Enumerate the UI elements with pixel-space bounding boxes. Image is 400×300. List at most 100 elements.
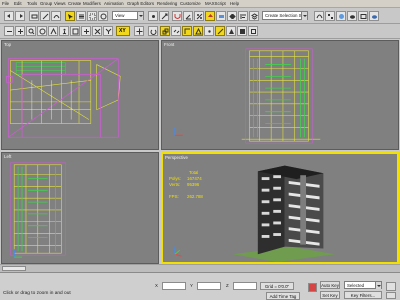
redo-button[interactable]	[15, 11, 25, 21]
playback-button[interactable]	[386, 292, 396, 299]
spacewarp-icon	[53, 15, 60, 19]
secondary-toolbar: XY	[0, 24, 400, 39]
viewport-front[interactable]: Front	[161, 40, 399, 150]
toolbar2-button-2[interactable]	[15, 26, 25, 36]
toolbar2-button-21[interactable]	[248, 26, 258, 36]
toolbar2-button-4[interactable]	[37, 26, 47, 36]
spinner-snap-button[interactable]	[205, 11, 215, 21]
select-object-button[interactable]	[65, 11, 75, 21]
menu-group[interactable]: Group	[40, 1, 52, 6]
key-filters-button[interactable]: Key Filters...	[344, 291, 382, 299]
select-link-button[interactable]	[29, 11, 39, 21]
time-config-button[interactable]	[386, 282, 396, 291]
angle-snap-button[interactable]	[183, 11, 193, 21]
set-key-icon[interactable]	[308, 283, 317, 292]
render-frame-icon	[360, 14, 367, 19]
material-editor-button[interactable]	[336, 11, 346, 21]
bind-spacewarp-button[interactable]	[51, 11, 61, 21]
curve-icon	[316, 14, 323, 19]
schematic-view-button[interactable]	[325, 11, 335, 21]
toolbar2-button-8[interactable]	[81, 26, 91, 36]
menu-edit[interactable]: Edit	[14, 1, 22, 6]
xy-constraint-label: XY	[119, 28, 126, 34]
menu-rendering[interactable]: Rendering	[157, 1, 177, 6]
viewport-left[interactable]: Left	[1, 152, 159, 264]
menu-views[interactable]: Views	[54, 1, 66, 6]
chevron-down-icon	[301, 12, 307, 20]
curve-editor-button[interactable]	[314, 11, 324, 21]
viewport-perspective[interactable]: Perspective Total Polys: 167474 Verts: 9…	[161, 152, 399, 264]
select-by-name-button[interactable]	[76, 11, 86, 21]
snap-toggle-button[interactable]	[172, 11, 182, 21]
key-selection-dropdown[interactable]: Selected	[344, 281, 382, 289]
render-frame-button[interactable]	[358, 11, 368, 21]
set-key-button[interactable]: Set Key	[320, 291, 340, 299]
menu-graph-editors[interactable]: Graph Editors	[127, 1, 154, 6]
edit-named-selection-button[interactable]	[216, 11, 226, 21]
menu-tools[interactable]: Tools	[27, 1, 37, 6]
wireframe-front	[174, 48, 321, 144]
xy-constraint-button[interactable]: XY	[116, 26, 130, 36]
redo-icon	[20, 14, 23, 18]
main-toolbar: View Create Selection Set	[0, 8, 400, 24]
unlink-icon	[42, 13, 49, 20]
toolbar2-button-9[interactable]	[92, 26, 102, 36]
menu-customize[interactable]: Customize	[180, 1, 201, 6]
face-icon	[229, 29, 234, 34]
z-coordinate-field[interactable]	[233, 282, 257, 290]
menu-modifiers[interactable]: Modifiers	[83, 1, 101, 6]
toolbar2-button-12[interactable]	[148, 26, 158, 36]
menu-animation[interactable]: Animation	[104, 1, 124, 6]
element-icon	[251, 29, 256, 34]
toolbar2-button-20[interactable]	[237, 26, 247, 36]
x-coordinate-field[interactable]	[162, 282, 186, 290]
named-selection-icon	[219, 15, 224, 18]
toolbar2-button-16[interactable]	[193, 26, 203, 36]
toolbar2-button-15[interactable]	[182, 26, 192, 36]
layer-manager-button[interactable]	[249, 11, 259, 21]
viewport-top[interactable]: Top	[1, 40, 159, 150]
named-selection-dropdown[interactable]: Create Selection Set	[262, 11, 308, 20]
selection-region-button[interactable]	[87, 11, 97, 21]
select-manipulate-button[interactable]	[159, 11, 169, 21]
add-time-tag-button[interactable]: Add Time Tag	[266, 292, 300, 300]
mirror-button[interactable]	[227, 11, 237, 21]
render-setup-button[interactable]	[347, 11, 357, 21]
auto-key-button[interactable]: Auto Key	[320, 281, 340, 289]
toolbar2-button-5[interactable]	[48, 26, 58, 36]
menu-help[interactable]: Help	[230, 1, 239, 6]
pan-icon	[18, 29, 23, 34]
quick-render-button[interactable]	[369, 11, 379, 21]
spinner-icon	[208, 14, 213, 17]
toolbar2-button-19[interactable]	[226, 26, 236, 36]
menu-create[interactable]: Create	[68, 1, 81, 6]
pivot-center-button[interactable]	[148, 11, 158, 21]
y-coordinate-field[interactable]	[197, 282, 221, 290]
toolbar2-button-7[interactable]	[70, 26, 80, 36]
toolbar2-button-13[interactable]	[160, 26, 170, 36]
time-slider-handle[interactable]	[2, 266, 26, 271]
window-crossing-button[interactable]	[98, 11, 108, 21]
cursor-icon	[68, 14, 73, 20]
toolbar2-button-11[interactable]	[134, 26, 144, 36]
quick-render-icon	[372, 15, 377, 19]
toolbar2-button-6[interactable]	[59, 26, 69, 36]
unlink-button[interactable]	[40, 11, 50, 21]
view-coordinate-dropdown[interactable]: View	[112, 11, 144, 20]
toolbar2-button-1[interactable]	[4, 26, 14, 36]
undo-button[interactable]	[4, 11, 14, 21]
menu-maxscript[interactable]: MAXScript	[205, 1, 226, 6]
toolbar2-button-17[interactable]	[204, 26, 214, 36]
crossing-icon	[100, 13, 107, 20]
percent-icon	[196, 13, 203, 20]
maximize-icon	[72, 28, 79, 35]
toolbar2-button-14[interactable]	[171, 26, 181, 36]
align-button[interactable]	[238, 11, 248, 21]
toolbar2-button-10[interactable]	[103, 26, 113, 36]
toolbar2-button-3[interactable]	[26, 26, 36, 36]
menu-file[interactable]: File	[2, 1, 9, 6]
toolbar2-button-18[interactable]	[215, 26, 225, 36]
time-slider-track[interactable]	[0, 265, 400, 273]
percent-snap-button[interactable]	[194, 11, 204, 21]
polygon-icon	[240, 29, 245, 34]
